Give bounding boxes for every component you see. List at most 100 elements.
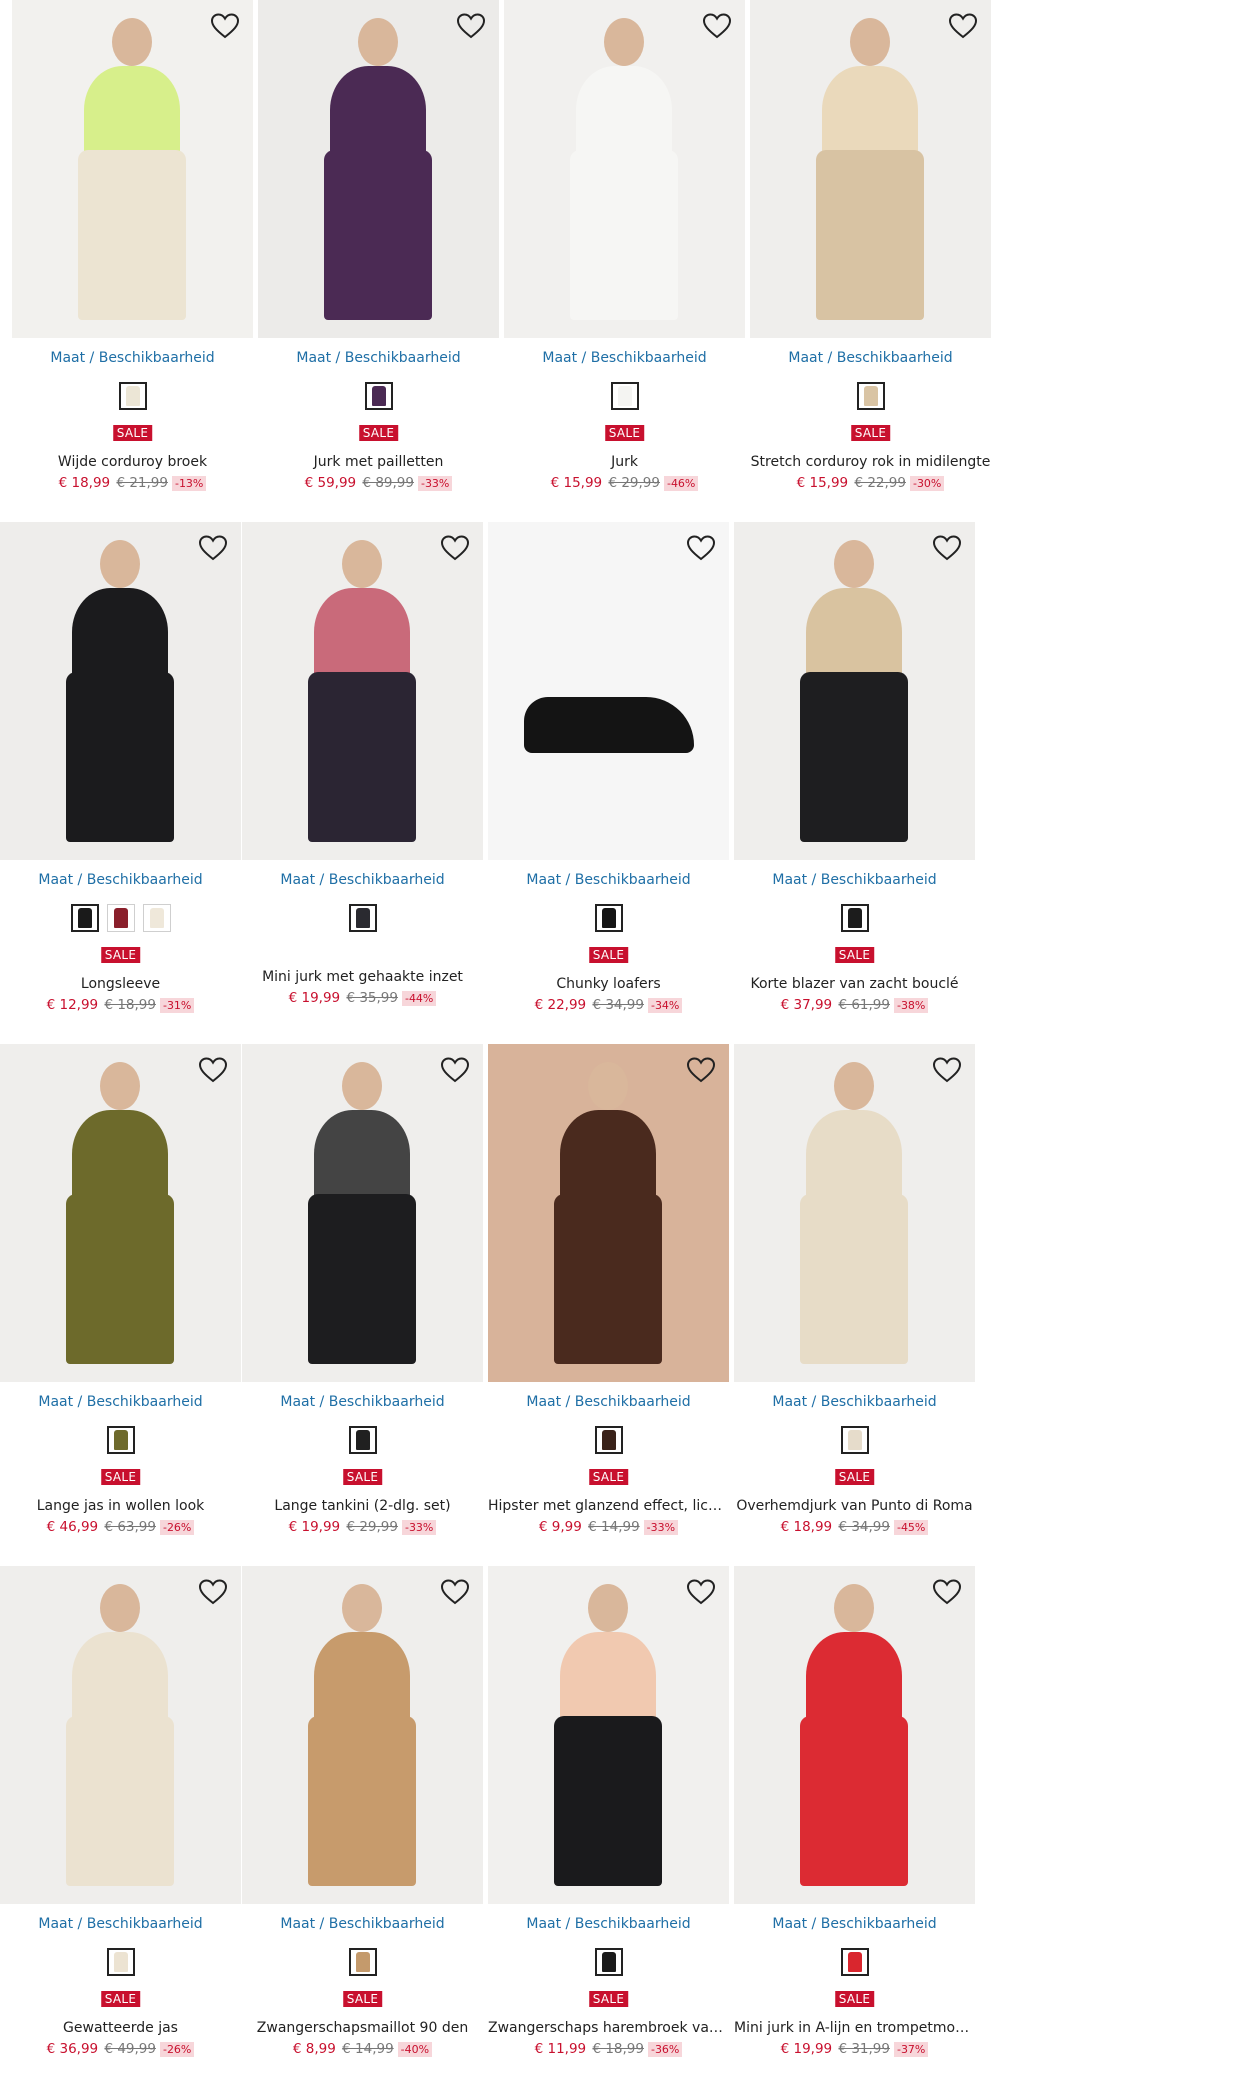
size-availability-link[interactable]: Maat / Beschikbaarheid	[242, 1916, 483, 1932]
wishlist-heart-icon[interactable]	[197, 1054, 229, 1086]
size-availability-link[interactable]: Maat / Beschikbaarheid	[488, 1916, 729, 1932]
product-name[interactable]: Jurk	[504, 454, 745, 470]
original-price: € 22,99	[854, 475, 906, 491]
size-availability-link[interactable]: Maat / Beschikbaarheid	[734, 1916, 975, 1932]
product-image[interactable]	[258, 0, 499, 338]
color-swatch[interactable]	[594, 904, 623, 932]
product-card[interactable]: Maat / Beschikbaarheid SALE Jurk met paill…	[258, 0, 499, 500]
wishlist-heart-icon[interactable]	[439, 1576, 471, 1608]
size-availability-link[interactable]: Maat / Beschikbaarheid	[0, 1394, 241, 1410]
wishlist-heart-icon[interactable]	[455, 10, 487, 42]
product-image[interactable]	[504, 0, 745, 338]
color-swatch[interactable]	[142, 904, 171, 932]
product-card[interactable]: Maat / Beschikbaarheid SALE Jurk € 15,99 € …	[504, 0, 745, 500]
color-swatch[interactable]	[106, 904, 135, 932]
product-name[interactable]: Chunky loafers	[488, 976, 729, 992]
wishlist-heart-icon[interactable]	[197, 532, 229, 564]
size-availability-link[interactable]: Maat / Beschikbaarheid	[242, 872, 483, 888]
product-card[interactable]: Maat / Beschikbaarheid SALE Korte blazer v…	[734, 522, 975, 1022]
product-image[interactable]	[0, 1566, 241, 1904]
color-swatch[interactable]	[840, 1948, 869, 1976]
product-image[interactable]	[0, 1044, 241, 1382]
color-swatch[interactable]	[106, 1426, 135, 1454]
size-availability-link[interactable]: Maat / Beschikbaarheid	[734, 872, 975, 888]
color-swatch[interactable]	[348, 1426, 377, 1454]
wishlist-heart-icon[interactable]	[685, 1054, 717, 1086]
wishlist-heart-icon[interactable]	[947, 10, 979, 42]
product-name[interactable]: Lange jas in wollen look	[0, 1498, 241, 1514]
product-image[interactable]	[488, 1566, 729, 1904]
product-card[interactable]: Maat / Beschikbaarheid Mini jurk met geha…	[242, 522, 483, 1022]
product-name[interactable]: Korte blazer van zacht bouclé	[734, 976, 975, 992]
product-name[interactable]: Lange tankini (2-dlg. set)	[242, 1498, 483, 1514]
product-image[interactable]	[488, 1044, 729, 1382]
size-availability-link[interactable]: Maat / Beschikbaarheid	[734, 1394, 975, 1410]
wishlist-heart-icon[interactable]	[701, 10, 733, 42]
size-availability-link[interactable]: Maat / Beschikbaarheid	[504, 350, 745, 366]
color-swatch[interactable]	[118, 382, 147, 410]
wishlist-heart-icon[interactable]	[685, 532, 717, 564]
sale-badge: SALE	[604, 425, 645, 441]
product-card[interactable]: Maat / Beschikbaarheid SALE Lange jas in w…	[0, 1044, 241, 1544]
product-card[interactable]: Maat / Beschikbaarheid SALE Chunky loafers…	[488, 522, 729, 1022]
size-availability-link[interactable]: Maat / Beschikbaarheid	[242, 1394, 483, 1410]
color-swatch[interactable]	[364, 382, 393, 410]
product-name[interactable]: Overhemdjurk van Punto di Roma	[734, 1498, 975, 1514]
size-availability-link[interactable]: Maat / Beschikbaarheid	[258, 350, 499, 366]
product-name[interactable]: Hipster met glanzend effect, licht corri…	[488, 1498, 729, 1514]
size-availability-link[interactable]: Maat / Beschikbaarheid	[0, 872, 241, 888]
product-card[interactable]: Maat / Beschikbaarheid SALE Lange tankini …	[242, 1044, 483, 1544]
color-swatch[interactable]	[594, 1426, 623, 1454]
product-name[interactable]: Zwangerschapsmaillot 90 den	[242, 2020, 483, 2036]
product-name[interactable]: Mini jurk in A-lijn en trompetmouwen	[734, 2020, 975, 2036]
color-swatch[interactable]	[70, 904, 99, 932]
color-swatch[interactable]	[840, 904, 869, 932]
product-name[interactable]: Gewatteerde jas	[0, 2020, 241, 2036]
color-swatch[interactable]	[594, 1948, 623, 1976]
color-swatch[interactable]	[610, 382, 639, 410]
size-availability-link[interactable]: Maat / Beschikbaarheid	[0, 1916, 241, 1932]
color-swatch[interactable]	[348, 904, 377, 932]
product-card[interactable]: Maat / Beschikbaarheid SALE Zwangerschaps …	[488, 1566, 729, 2066]
wishlist-heart-icon[interactable]	[197, 1576, 229, 1608]
product-image[interactable]	[242, 1566, 483, 1904]
size-availability-link[interactable]: Maat / Beschikbaarheid	[488, 1394, 729, 1410]
product-image[interactable]	[734, 1566, 975, 1904]
product-name[interactable]: Wijde corduroy broek	[12, 454, 253, 470]
product-image[interactable]	[734, 522, 975, 860]
wishlist-heart-icon[interactable]	[439, 532, 471, 564]
product-card[interactable]: Maat / Beschikbaarheid SALE Hipster met gl…	[488, 1044, 729, 1544]
product-card[interactable]: Maat / Beschikbaarheid SALE Mini jurk in A…	[734, 1566, 975, 2066]
size-availability-link[interactable]: Maat / Beschikbaarheid	[12, 350, 253, 366]
product-card[interactable]: Maat / Beschikbaarheid SALE Stretch cordur…	[750, 0, 991, 500]
product-image[interactable]	[242, 522, 483, 860]
product-name[interactable]: Jurk met pailletten	[258, 454, 499, 470]
wishlist-heart-icon[interactable]	[685, 1576, 717, 1608]
product-name[interactable]: Zwangerschaps harembroek van jersey	[488, 2020, 729, 2036]
color-swatch[interactable]	[856, 382, 885, 410]
color-swatch[interactable]	[106, 1948, 135, 1976]
product-image[interactable]	[488, 522, 729, 860]
product-card[interactable]: Maat / Beschikbaarheid SALE Gewatteerde ja…	[0, 1566, 241, 2066]
product-card[interactable]: Maat / Beschikbaarheid SALE Longsleeve € 12…	[0, 522, 241, 1022]
color-swatch[interactable]	[840, 1426, 869, 1454]
wishlist-heart-icon[interactable]	[931, 1576, 963, 1608]
wishlist-heart-icon[interactable]	[931, 1054, 963, 1086]
product-card[interactable]: Maat / Beschikbaarheid SALE Zwangerschapsm…	[242, 1566, 483, 2066]
product-name[interactable]: Longsleeve	[0, 976, 241, 992]
product-card[interactable]: Maat / Beschikbaarheid SALE Wijde corduroy…	[12, 0, 253, 500]
color-swatch[interactable]	[348, 1948, 377, 1976]
wishlist-heart-icon[interactable]	[439, 1054, 471, 1086]
product-image[interactable]	[0, 522, 241, 860]
product-image[interactable]	[12, 0, 253, 338]
size-availability-link[interactable]: Maat / Beschikbaarheid	[488, 872, 729, 888]
product-card[interactable]: Maat / Beschikbaarheid SALE Overhemdjurk v…	[734, 1044, 975, 1544]
product-image[interactable]	[242, 1044, 483, 1382]
size-availability-link[interactable]: Maat / Beschikbaarheid	[750, 350, 991, 366]
product-image[interactable]	[734, 1044, 975, 1382]
product-name[interactable]: Stretch corduroy rok in midilengte	[750, 454, 991, 470]
product-image[interactable]	[750, 0, 991, 338]
product-name[interactable]: Mini jurk met gehaakte inzet	[242, 969, 483, 985]
wishlist-heart-icon[interactable]	[931, 532, 963, 564]
wishlist-heart-icon[interactable]	[209, 10, 241, 42]
